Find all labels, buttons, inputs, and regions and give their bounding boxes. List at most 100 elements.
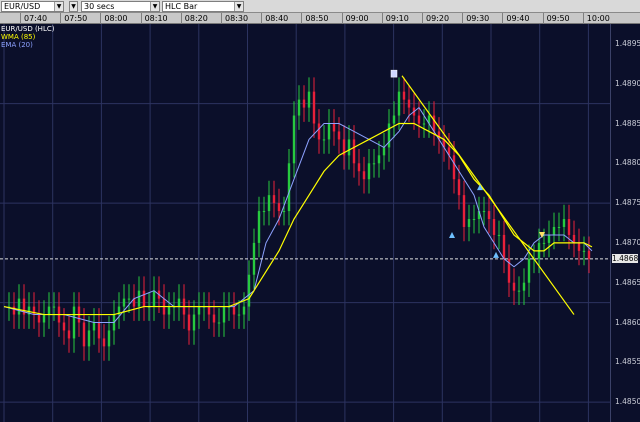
price-bar — [417, 115, 421, 124]
price-bar — [137, 290, 141, 307]
time-label: 08:40 — [265, 14, 289, 23]
price-bar — [107, 330, 111, 347]
price-bar — [462, 195, 466, 227]
price-bar — [97, 322, 101, 339]
time-label: 09:40 — [506, 14, 530, 23]
price-chart[interactable] — [0, 24, 610, 422]
current-price-label: 1.4868 — [612, 254, 639, 264]
price-bar — [452, 155, 456, 180]
trendline — [401, 75, 575, 315]
price-bar — [82, 322, 86, 347]
price-bar — [397, 91, 401, 116]
price-bar — [242, 306, 246, 315]
wma-line — [3, 122, 593, 316]
time-label: 09:50 — [546, 14, 570, 23]
time-tick — [261, 13, 263, 24]
interval-dropdown[interactable]: 30 secs ▼ — [81, 1, 160, 12]
price-bar — [47, 306, 51, 315]
price-bar — [102, 338, 106, 347]
price-bar — [512, 282, 516, 291]
price-bar — [87, 330, 91, 347]
price-bar — [32, 306, 36, 315]
chevron-down-icon[interactable]: ▼ — [54, 2, 63, 11]
price-bar — [322, 139, 326, 141]
chevron-down-icon[interactable]: ▼ — [234, 2, 243, 11]
time-label: 09:20 — [426, 14, 450, 23]
price-bar — [522, 282, 526, 291]
time-label: 08:00 — [104, 14, 128, 23]
time-tick — [502, 13, 504, 24]
time-tick — [381, 13, 383, 24]
price-bar — [177, 298, 181, 307]
price-bar — [422, 123, 426, 125]
price-bar — [127, 298, 131, 300]
axis-corner — [610, 13, 640, 24]
chevron-down-icon[interactable]: ▼ — [150, 2, 159, 11]
time-axis: 07:40 07:50 08:00 08:10 08:20 08:30 08:40 08:50… — [0, 13, 610, 24]
price-bar — [457, 179, 461, 196]
price-bar — [212, 314, 216, 323]
price-label: 1.4870 — [615, 237, 640, 247]
ema-line — [3, 106, 593, 323]
price-bar — [67, 330, 71, 339]
legend-item-price: EUR/USD (HLC) — [1, 25, 55, 33]
price-bar — [557, 226, 561, 228]
price-bar — [582, 250, 586, 252]
price-bar — [362, 171, 366, 180]
price-bar — [277, 203, 281, 212]
price-bar — [257, 211, 261, 243]
time-label: 08:30 — [225, 14, 249, 23]
time-label: 09:30 — [466, 14, 490, 23]
time-label: 08:10 — [144, 14, 168, 23]
chart-legend: EUR/USD (HLC) WMA (85) EMA (20) — [1, 25, 54, 49]
price-label: 1.4855 — [615, 357, 640, 367]
time-label: 07:40 — [24, 14, 48, 23]
price-bar — [497, 234, 501, 236]
price-bar — [312, 91, 316, 124]
price-bar — [587, 250, 591, 259]
chevron-down-icon: ▼ — [70, 2, 77, 11]
price-bar — [547, 234, 551, 243]
time-tick — [462, 13, 464, 24]
price-bar — [382, 147, 386, 156]
price-label: 1.4880 — [615, 158, 640, 168]
price-bar — [192, 314, 196, 331]
price-bar — [402, 91, 406, 100]
price-label: 1.4895 — [615, 38, 640, 48]
time-label: 09:00 — [345, 14, 369, 23]
time-tick — [100, 13, 102, 24]
price-bar — [37, 314, 41, 323]
price-label: 1.4875 — [615, 198, 640, 208]
time-tick — [422, 13, 423, 24]
price-bar — [352, 139, 356, 164]
time-tick — [20, 13, 21, 24]
time-tick — [140, 13, 142, 24]
price-bar — [527, 258, 531, 283]
price-bar — [237, 314, 241, 316]
buy-marker[interactable] — [493, 251, 499, 258]
price-bar — [552, 226, 556, 235]
symbol-options-button[interactable]: ▼ — [69, 1, 78, 12]
legend-item-wma: WMA (85) — [1, 33, 36, 41]
price-bar — [467, 219, 471, 227]
price-bar — [377, 155, 381, 164]
time-tick — [180, 13, 182, 24]
price-bar — [387, 123, 391, 148]
time-tick — [582, 13, 584, 24]
chart-style-dropdown[interactable]: HLC Bar ▼ — [162, 1, 244, 12]
price-bar — [267, 195, 271, 212]
time-tick — [542, 13, 544, 24]
price-bar — [492, 219, 496, 235]
symbol-dropdown[interactable]: EUR/USD ▼ — [1, 1, 64, 12]
buy-marker[interactable] — [449, 231, 455, 238]
price-bar — [567, 219, 571, 235]
price-bar — [392, 115, 396, 124]
price-axis: 1.4895 1.4890 1.4885 1.4880 1.4875 1.4870 1.48… — [610, 24, 640, 422]
price-bar — [577, 242, 581, 251]
price-bar — [367, 163, 371, 180]
price-bar — [292, 115, 296, 164]
price-bar — [72, 306, 76, 339]
entry-marker[interactable] — [390, 69, 398, 78]
price-bar — [52, 306, 56, 308]
price-bar — [272, 195, 276, 204]
